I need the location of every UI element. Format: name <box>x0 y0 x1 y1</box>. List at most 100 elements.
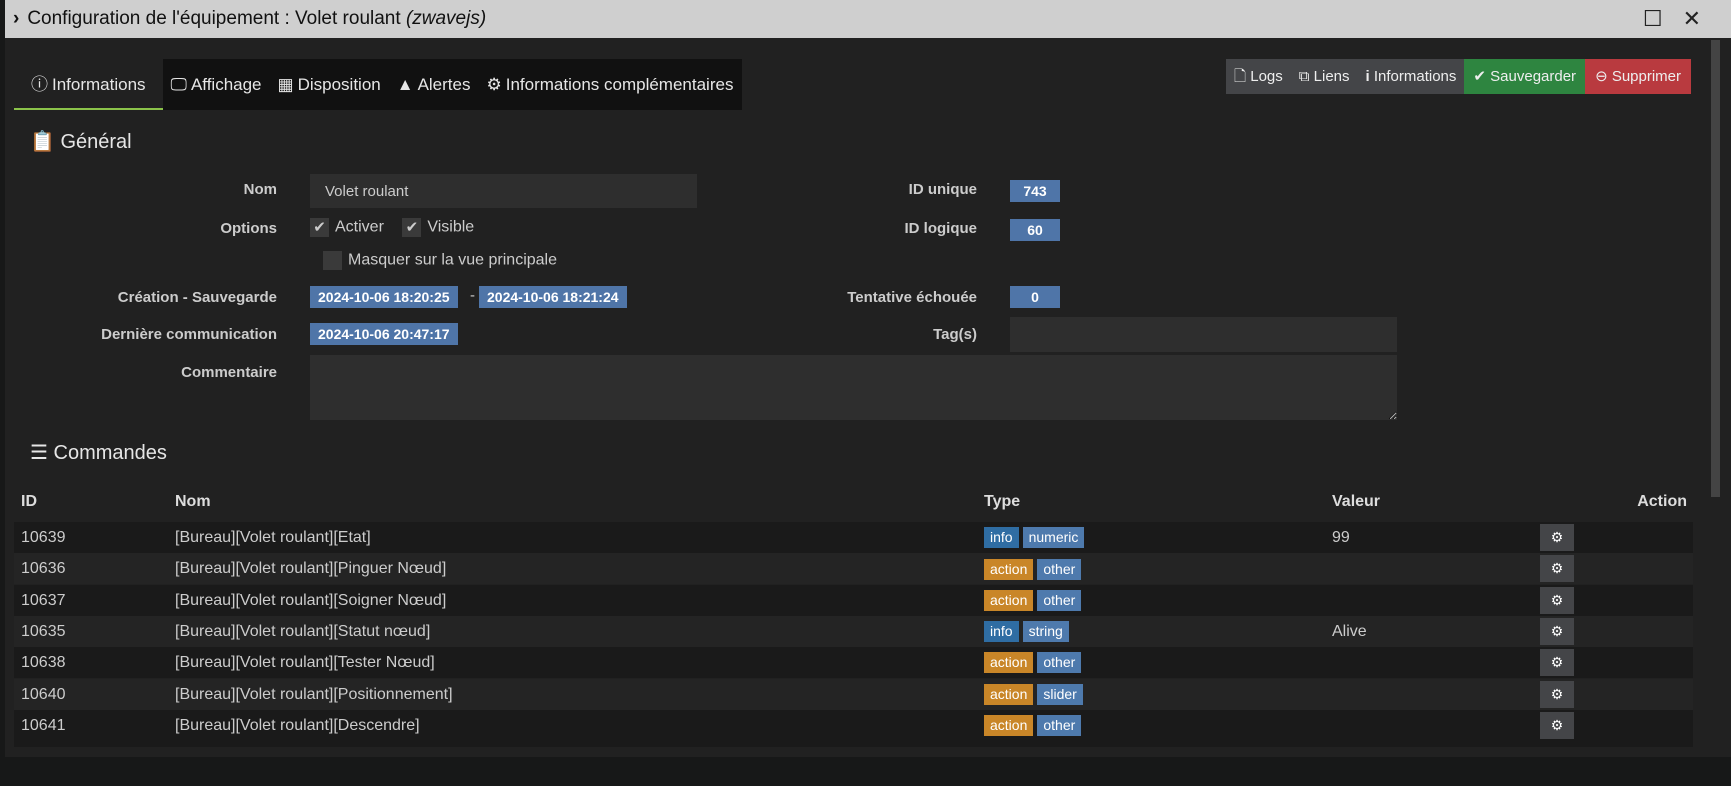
subtype-badge: other <box>1037 715 1082 737</box>
table-row: 10640 [Bureau][Volet roulant][Positionne… <box>14 678 1693 710</box>
command-type: action other <box>984 585 1085 616</box>
command-id: 10640 <box>21 685 66 703</box>
subtype-badge: string <box>1022 621 1069 643</box>
cogs-icon: ⚙ <box>1550 529 1564 545</box>
tab-label: Affichage <box>190 75 262 94</box>
button-label: Informations <box>1373 68 1457 85</box>
commentaire-label: Commentaire <box>181 364 277 381</box>
command-id: 10641 <box>21 716 66 734</box>
masquer-checkbox[interactable] <box>323 251 342 270</box>
table-row: 10636 [Bureau][Volet roulant][Pinguer Nœ… <box>14 553 1693 585</box>
plugin-name: (zwavejs) <box>405 8 487 29</box>
window-title-bar: › Configuration de l'équipement : Volet r… <box>5 0 1731 38</box>
info-circle-icon: ⓘ <box>31 75 48 94</box>
tab-affichage[interactable]: 🖵 Affichage <box>162 59 270 110</box>
liens-button[interactable]: ⧉ Liens <box>1290 59 1358 94</box>
cogs-icon: ⚙ <box>1550 654 1564 671</box>
command-name: [Bureau][Volet roulant][Pinguer Nœud] <box>175 560 447 578</box>
table-row: 10639 [Bureau][Volet roulant][Etat] info… <box>14 522 1693 553</box>
command-id: 10638 <box>21 654 66 672</box>
type-badge: action <box>984 652 1034 674</box>
table-row: 10641 [Bureau][Volet roulant][Descendre]… <box>14 709 1693 741</box>
desktop-icon: 🖵 <box>170 75 187 94</box>
tab-informations-complementaires[interactable]: ⚙ Informations complémentaires <box>478 59 743 110</box>
tags-input[interactable] <box>1010 317 1397 352</box>
scrollbar[interactable] <box>1711 40 1720 497</box>
tentative-label: Tentative échouée <box>847 289 977 306</box>
configure-command-button[interactable]: ⚙ <box>1540 711 1574 739</box>
masquer-option: Masquer sur la vue principale <box>323 251 557 270</box>
button-label: Sauvegarder <box>1490 68 1577 85</box>
command-id: 10636 <box>21 560 66 578</box>
window-controls: ☐ ✕ <box>1643 0 1701 38</box>
file-icon: 🗋 <box>1234 68 1247 85</box>
type-badge: info <box>984 621 1019 643</box>
chevron-right-icon[interactable]: › <box>13 8 19 29</box>
id-unique-label: ID unique <box>908 181 977 198</box>
command-name: [Bureau][Volet roulant][Soigner Nœud] <box>175 591 447 609</box>
tab-label: Informations <box>52 75 146 94</box>
clipboard-icon: 📋 <box>30 131 55 153</box>
tab-alertes[interactable]: ▲ Alertes <box>388 59 479 110</box>
table-row: 10638 [Bureau][Volet roulant][Tester Nœu… <box>14 647 1693 679</box>
visible-checkbox[interactable]: ✔ <box>402 218 422 237</box>
logs-button[interactable]: 🗋 Logs <box>1226 59 1291 94</box>
command-id: 10639 <box>21 529 66 546</box>
creation-label: Création - Sauvegarde <box>117 289 277 306</box>
section-general: 📋 Général <box>30 129 132 154</box>
section-title: Commandes <box>53 442 167 464</box>
type-badge: action <box>984 589 1034 611</box>
configure-command-button[interactable]: ⚙ <box>1540 680 1574 708</box>
activer-checkbox[interactable]: ✔ <box>310 218 329 237</box>
configure-command-button[interactable]: ⚙ <box>1540 555 1574 583</box>
header-id: ID <box>21 493 37 510</box>
tab-label: Informations complémentaires <box>505 75 734 94</box>
button-label: Logs <box>1250 68 1283 85</box>
command-name: [Bureau][Volet roulant][Tester Nœud] <box>175 654 435 672</box>
command-value: 99 <box>1332 529 1350 546</box>
subtype-badge: numeric <box>1022 527 1085 549</box>
button-label: Liens <box>1313 68 1350 85</box>
date-separator: - <box>470 287 475 304</box>
cogs-icon: ⚙ <box>1550 685 1564 702</box>
save-button[interactable]: ✔ Sauvegarder <box>1464 59 1586 94</box>
grid-icon: ▦ <box>277 75 294 94</box>
minus-circle-icon: ⊖ <box>1595 68 1608 85</box>
cogs-icon: ⚙ <box>1550 622 1564 639</box>
button-label: Supprimer <box>1611 68 1682 85</box>
table-row: 10637 [Bureau][Volet roulant][Soigner Nœ… <box>14 584 1693 616</box>
close-icon[interactable]: ✕ <box>1683 6 1701 32</box>
commentaire-textarea[interactable] <box>310 355 1397 420</box>
configure-command-button[interactable]: ⚙ <box>1540 586 1574 614</box>
section-commandes: ☰ Commandes <box>30 440 167 465</box>
informations-button[interactable]: i Informations <box>1357 59 1465 94</box>
list-icon: ☰ <box>30 442 48 464</box>
subtype-badge: slider <box>1037 683 1083 705</box>
action-buttons: 🗋 Logs ⧉ Liens i Informations ✔ Sauvegar… <box>1226 59 1692 94</box>
section-title: Général <box>60 131 132 153</box>
table-row: 10635 [Bureau][Volet roulant][Statut nœu… <box>14 615 1693 647</box>
configure-command-button[interactable]: ⚙ <box>1540 524 1574 551</box>
links-icon: ⧉ <box>1298 68 1310 85</box>
derniere-label: Dernière communication <box>101 326 277 343</box>
options-group: ✔ Activer ✔ Visible <box>310 218 474 237</box>
cogs-icon: ⚙ <box>1550 591 1564 608</box>
delete-button[interactable]: ⊖ Supprimer <box>1585 59 1692 94</box>
id-unique-value: 743 <box>1010 180 1060 202</box>
configure-command-button[interactable]: ⚙ <box>1540 617 1574 645</box>
id-logique-label: ID logique <box>904 220 978 237</box>
subtype-badge: other <box>1037 652 1082 674</box>
command-type: action other <box>984 553 1085 584</box>
cogs-icon: ⚙ <box>486 75 502 94</box>
tab-disposition[interactable]: ▦ Disposition <box>269 59 389 110</box>
type-badge: action <box>984 683 1034 705</box>
activer-label: Activer <box>335 218 384 236</box>
creation-date: 2024-10-06 18:20:25 <box>310 286 458 308</box>
command-name: [Bureau][Volet roulant][Descendre] <box>175 716 420 734</box>
tab-informations[interactable]: ⓘ Informations <box>14 59 163 110</box>
sauvegarde-date: 2024-10-06 18:21:24 <box>479 286 627 308</box>
window-title: Configuration de l'équipement : Volet ro… <box>27 8 406 29</box>
configure-command-button[interactable]: ⚙ <box>1540 649 1574 677</box>
type-badge: action <box>984 558 1034 580</box>
maximize-icon[interactable]: ☐ <box>1643 6 1663 32</box>
